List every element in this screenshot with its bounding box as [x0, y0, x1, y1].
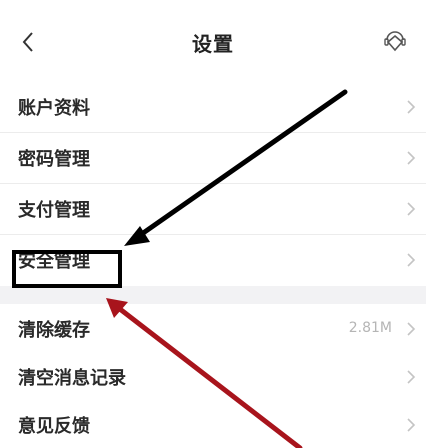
row-label: 支付管理 — [18, 200, 90, 221]
settings-row-payment[interactable]: 支付管理 — [0, 184, 426, 235]
settings-row-security[interactable]: 安全管理 — [0, 235, 426, 286]
settings-row-clear-messages[interactable]: 清空消息记录 — [0, 352, 426, 400]
settings-row-password[interactable]: 密码管理 — [0, 133, 426, 184]
chevron-right-icon — [407, 202, 416, 216]
chevron-right-icon — [407, 370, 416, 384]
settings-row-feedback[interactable]: 意见反馈 — [0, 400, 426, 448]
chevron-right-icon — [407, 253, 416, 267]
row-label: 账户资料 — [18, 98, 90, 119]
settings-row-account-info[interactable]: 账户资料 — [0, 82, 426, 133]
row-label: 清空消息记录 — [18, 368, 126, 389]
chevron-right-icon — [407, 151, 416, 165]
row-label: 清除缓存 — [18, 320, 90, 341]
chevron-right-icon — [407, 100, 416, 114]
account-settings-group: 账户资料 密码管理 支付管理 安全管理 — [0, 82, 426, 286]
app-settings-group: 清除缓存 2.81M 清空消息记录 意见反馈 — [0, 304, 426, 448]
cache-size-value: 2.81M — [348, 320, 392, 336]
nav-header: 设置 — [0, 0, 426, 83]
page-title: 设置 — [192, 32, 234, 56]
settings-row-clear-cache[interactable]: 清除缓存 2.81M — [0, 304, 426, 352]
customer-service-button[interactable] — [378, 24, 412, 58]
chevron-right-icon — [407, 418, 416, 432]
customer-service-icon — [384, 31, 406, 52]
row-label: 意见反馈 — [18, 416, 90, 437]
row-label: 密码管理 — [18, 149, 90, 170]
row-label: 安全管理 — [18, 251, 90, 272]
chevron-right-icon — [407, 322, 416, 336]
